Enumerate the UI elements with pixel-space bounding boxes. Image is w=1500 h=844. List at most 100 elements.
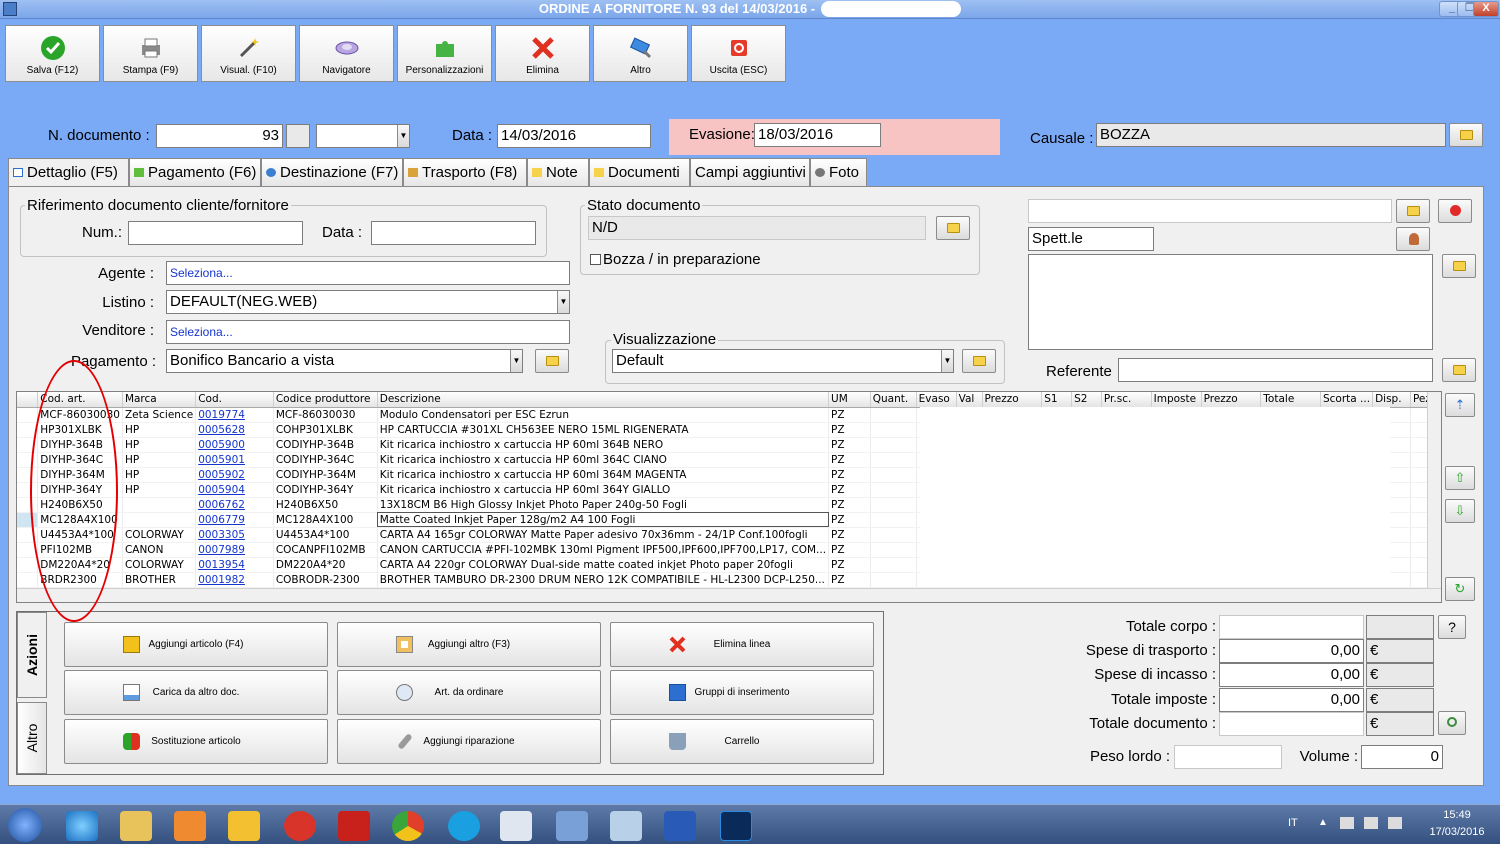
- cell-um[interactable]: PZ: [828, 497, 871, 513]
- cell-um[interactable]: PZ: [828, 437, 871, 453]
- cell-empty[interactable]: [870, 572, 917, 588]
- delete-line-button[interactable]: Elimina linea: [610, 622, 874, 667]
- cell-cod[interactable]: 0005902: [195, 467, 274, 483]
- mail-icon[interactable]: [500, 811, 532, 841]
- row-selector[interactable]: [17, 572, 39, 588]
- help-button[interactable]: ?: [1438, 615, 1466, 639]
- cell-cod[interactable]: 0006762: [195, 497, 274, 513]
- cell-um[interactable]: PZ: [828, 467, 871, 483]
- cell-prod[interactable]: COHP301XLBK: [273, 422, 378, 438]
- tab-altro-vertical[interactable]: Altro: [17, 702, 47, 774]
- explorer-icon[interactable]: [120, 811, 152, 841]
- grid-column-header[interactable]: Imposte: [1151, 392, 1202, 408]
- cell-desc[interactable]: Kit ricarica inchiostro x cartuccia HP 6…: [377, 482, 830, 498]
- grid-vertical-scrollbar[interactable]: [1427, 392, 1441, 588]
- cell-marca[interactable]: HP: [122, 482, 197, 498]
- articles-to-order-button[interactable]: Art. da ordinare: [337, 670, 601, 715]
- tab-destinazione[interactable]: Destinazione (F7): [261, 158, 403, 186]
- save-button[interactable]: Salva (F12): [5, 25, 100, 82]
- cell-desc[interactable]: CARTA A4 165gr COLORWAY Matte Paper ades…: [377, 527, 830, 543]
- grid-column-header[interactable]: Disp.: [1372, 392, 1411, 408]
- cell-empty[interactable]: [870, 467, 917, 483]
- cell-desc[interactable]: Matte Coated Inkjet Paper 128g/m2 A4 100…: [377, 512, 830, 528]
- article-code-link[interactable]: 0005902: [198, 469, 245, 481]
- grid-column-header[interactable]: Prezzo: [982, 392, 1043, 408]
- cell-empty[interactable]: [870, 482, 917, 498]
- cell-marca[interactable]: HP: [122, 452, 197, 468]
- pagamento-select-button[interactable]: [535, 349, 569, 373]
- add-repair-button[interactable]: Aggiungi riparazione: [337, 719, 601, 764]
- article-code-link[interactable]: 0007989: [198, 544, 245, 556]
- ref-date-field[interactable]: [371, 221, 536, 245]
- photoshop-icon[interactable]: [720, 811, 752, 841]
- cell-marca[interactable]: HP: [122, 437, 197, 453]
- cell-cod[interactable]: 0005904: [195, 482, 274, 498]
- row-selector[interactable]: [17, 407, 39, 423]
- ie-icon[interactable]: [66, 811, 98, 841]
- cell-cod[interactable]: 0006779: [195, 512, 274, 528]
- cart-button[interactable]: Carrello: [610, 719, 874, 764]
- volume-icon[interactable]: [1388, 817, 1402, 829]
- load-from-doc-button[interactable]: Carica da altro doc.: [64, 670, 328, 715]
- grid-column-header[interactable]: Descrizione: [377, 392, 830, 408]
- evasione-date-field[interactable]: 18/03/2016: [754, 123, 881, 147]
- article-code-link[interactable]: 0003305: [198, 529, 245, 541]
- grid-horizontal-scrollbar[interactable]: [17, 588, 1441, 602]
- move-top-button[interactable]: ⇡: [1445, 393, 1475, 417]
- cell-prod[interactable]: DM220A4*20: [273, 557, 378, 573]
- start-button[interactable]: [8, 808, 42, 842]
- view-select-button[interactable]: [962, 349, 996, 373]
- status-select-button[interactable]: [936, 216, 970, 240]
- flag-icon[interactable]: [1340, 817, 1354, 829]
- replace-article-button[interactable]: Sostituzione articolo: [64, 719, 328, 764]
- move-down-button[interactable]: ⇩: [1445, 499, 1475, 523]
- peso-lordo-field[interactable]: [1174, 745, 1282, 769]
- cell-cod[interactable]: 0019774: [195, 407, 274, 423]
- cell-marca[interactable]: COLORWAY: [122, 557, 197, 573]
- grid-column-header[interactable]: Pr.sc.: [1101, 392, 1152, 408]
- contact-button[interactable]: [1396, 227, 1430, 251]
- grid-column-header[interactable]: Prezzo: [1201, 392, 1262, 408]
- grid-column-header[interactable]: S2: [1071, 392, 1102, 408]
- cell-marca[interactable]: Zeta Science: [122, 407, 197, 423]
- filezilla-icon[interactable]: [338, 811, 370, 841]
- cell-cod[interactable]: 0007989: [195, 542, 274, 558]
- cell-prod[interactable]: CODIYHP-364M: [273, 467, 378, 483]
- grid-column-header[interactable]: Totale: [1260, 392, 1321, 408]
- tab-trasporto[interactable]: Trasporto (F8): [403, 158, 527, 186]
- cell-desc[interactable]: CARTA A4 220gr COLORWAY Dual-side matte …: [377, 557, 830, 573]
- media-player-icon[interactable]: [174, 811, 206, 841]
- cell-desc[interactable]: Kit ricarica inchiostro x cartuccia HP 6…: [377, 452, 830, 468]
- grid-column-header[interactable]: Marca: [122, 392, 197, 408]
- chevron-down-icon[interactable]: ▼: [941, 350, 953, 372]
- cell-um[interactable]: PZ: [828, 482, 871, 498]
- cell-marca[interactable]: COLORWAY: [122, 527, 197, 543]
- cell-empty[interactable]: [870, 512, 917, 528]
- cell-um[interactable]: PZ: [828, 572, 871, 588]
- cell-cod[interactable]: 0005628: [195, 422, 274, 438]
- network-icon[interactable]: [1364, 817, 1378, 829]
- row-selector[interactable]: [17, 557, 39, 573]
- bozza-checkbox[interactable]: [590, 254, 601, 265]
- add-other-button[interactable]: Aggiungi altro (F3): [337, 622, 601, 667]
- cell-prod[interactable]: CODIYHP-364C: [273, 452, 378, 468]
- cell-um[interactable]: PZ: [828, 527, 871, 543]
- cell-um[interactable]: PZ: [828, 407, 871, 423]
- clock-date[interactable]: 17/03/2016: [1422, 826, 1492, 838]
- cell-desc[interactable]: CANON CARTUCCIA #PFI-102MBK 130ml Pigmen…: [377, 542, 830, 558]
- cell-empty[interactable]: [870, 557, 917, 573]
- pagamento-combo[interactable]: Bonifico Bancario a vista ▼: [166, 349, 523, 373]
- cell-marca[interactable]: [122, 512, 197, 528]
- strawberry-icon[interactable]: [284, 811, 316, 841]
- cell-empty[interactable]: [870, 527, 917, 543]
- causale-select-button[interactable]: [1449, 123, 1483, 147]
- date-field[interactable]: 14/03/2016: [497, 124, 651, 148]
- tab-foto[interactable]: Foto: [810, 158, 867, 186]
- tab-note[interactable]: Note: [527, 158, 589, 186]
- word-icon[interactable]: [664, 811, 696, 841]
- cell-um[interactable]: PZ: [828, 422, 871, 438]
- grid-column-header[interactable]: Scorta ...: [1320, 392, 1374, 408]
- cell-prod[interactable]: MCF-86030030: [273, 407, 378, 423]
- article-code-link[interactable]: 0006762: [198, 499, 245, 511]
- tab-dettaglio[interactable]: Dettaglio (F5): [8, 158, 129, 186]
